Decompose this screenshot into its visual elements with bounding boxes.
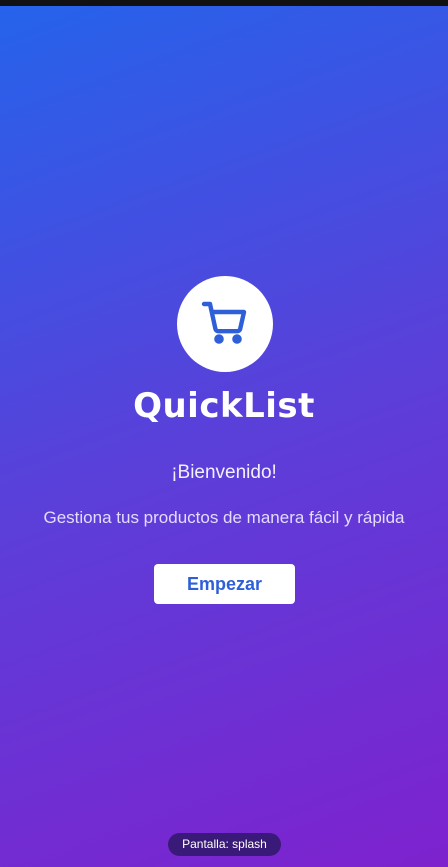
splash-screen: QuickList ¡Bienvenido! Gestiona tus prod… — [0, 6, 448, 867]
start-button[interactable]: Empezar — [154, 564, 295, 604]
app-logo — [177, 276, 273, 372]
screen-label-badge: Pantalla: splash — [168, 833, 281, 856]
shopping-cart-icon — [201, 298, 249, 350]
welcome-text: ¡Bienvenido! — [171, 462, 277, 483]
app-title: QuickList — [133, 386, 315, 426]
subtitle-text: Gestiona tus productos de manera fácil y… — [43, 508, 405, 527]
